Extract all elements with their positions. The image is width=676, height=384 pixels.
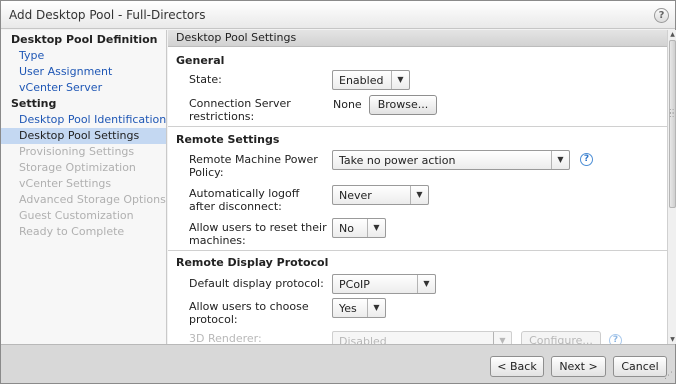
connection-server-restrictions-label: Connection Server restrictions: <box>189 97 291 123</box>
section-title-remote-settings: Remote Settings <box>176 133 280 146</box>
help-icon[interactable]: ? <box>654 8 669 23</box>
allow-reset-dropdown[interactable]: No ▼ <box>332 218 386 238</box>
settings-panel: Desktop Pool Settings General State: Ena… <box>168 30 667 344</box>
chevron-down-icon: ▼ <box>410 186 428 204</box>
sidebar-item-type[interactable]: Type <box>19 49 44 62</box>
allow-reset-dropdown-value: No <box>339 222 354 235</box>
section-title-general: General <box>176 54 225 67</box>
auto-logoff-dropdown[interactable]: Never ▼ <box>332 185 429 205</box>
section-title-display-protocol: Remote Display Protocol <box>176 256 329 269</box>
back-button[interactable]: < Back <box>490 356 544 377</box>
chevron-down-icon: ▼ <box>551 151 569 169</box>
sidebar-item-pool-identification[interactable]: Desktop Pool Identification <box>19 113 166 126</box>
info-icon[interactable]: ? <box>580 153 593 166</box>
sidebar-item-pool-settings[interactable]: Desktop Pool Settings <box>1 128 166 144</box>
state-dropdown-value: Enabled <box>339 74 384 87</box>
configure-button: Configure... <box>521 331 601 344</box>
sidebar-heading-setting: Setting <box>11 97 57 110</box>
default-protocol-dropdown[interactable]: PCoIP ▼ <box>332 274 436 294</box>
section-divider <box>168 126 667 127</box>
sidebar-item-vcenter-server[interactable]: vCenter Server <box>19 81 102 94</box>
3d-renderer-label: 3D Renderer: <box>189 332 262 344</box>
resize-grip-icon[interactable]: ⋰ <box>664 371 673 381</box>
chevron-down-icon: ▼ <box>391 71 409 89</box>
auto-logoff-dropdown-value: Never <box>339 189 372 202</box>
3d-renderer-dropdown-value: Disabled <box>339 335 387 344</box>
info-icon: ? <box>609 334 622 344</box>
window-title: Add Desktop Pool - Full-Directors <box>9 8 206 22</box>
splitter-grip-icon[interactable]: :::: <box>669 107 674 119</box>
sidebar-item-advanced-storage: Advanced Storage Options <box>19 193 166 206</box>
allow-reset-label: Allow users to reset their machines: <box>189 221 327 247</box>
power-policy-dropdown[interactable]: Take no power action ▼ <box>332 150 570 170</box>
allow-choose-protocol-dropdown[interactable]: Yes ▼ <box>332 298 386 318</box>
title-bar: Add Desktop Pool - Full-Directors ? <box>1 1 675 29</box>
add-desktop-pool-dialog: Add Desktop Pool - Full-Directors ? Desk… <box>0 0 676 384</box>
chevron-down-icon: ▼ <box>417 275 435 293</box>
scrollbar-thumb[interactable] <box>669 40 676 208</box>
scroll-up-arrow-icon[interactable]: ▲ <box>668 30 676 39</box>
sidebar-item-provisioning-settings: Provisioning Settings <box>19 145 135 158</box>
wizard-steps-sidebar: Desktop Pool Definition Type User Assign… <box>1 30 167 344</box>
allow-choose-protocol-dropdown-value: Yes <box>339 302 357 315</box>
sidebar-heading-pool-definition: Desktop Pool Definition <box>11 33 158 46</box>
browse-button[interactable]: Browse... <box>369 95 437 115</box>
sidebar-item-vcenter-settings: vCenter Settings <box>19 177 112 190</box>
sidebar-item-user-assignment[interactable]: User Assignment <box>19 65 112 78</box>
power-policy-label: Remote Machine Power Policy: <box>189 153 318 179</box>
section-divider <box>168 250 667 251</box>
state-dropdown[interactable]: Enabled ▼ <box>332 70 410 90</box>
state-label: State: <box>189 73 222 86</box>
chevron-down-icon: ▼ <box>493 332 511 344</box>
chevron-down-icon: ▼ <box>367 219 385 237</box>
sidebar-item-ready-to-complete: Ready to Complete <box>19 225 125 238</box>
sidebar-item-storage-optimization: Storage Optimization <box>19 161 136 174</box>
power-policy-dropdown-value: Take no power action <box>339 154 456 167</box>
3d-renderer-dropdown: Disabled ▼ <box>332 331 512 344</box>
default-protocol-label: Default display protocol: <box>189 277 324 290</box>
cancel-button[interactable]: Cancel <box>613 356 667 377</box>
connection-server-value: None <box>333 98 362 111</box>
dialog-footer: < Back Next > Cancel ⋰ <box>1 344 675 383</box>
content-scrollbar[interactable]: ▲ ▼ <box>667 30 676 344</box>
scroll-down-arrow-icon[interactable]: ▼ <box>668 335 676 344</box>
allow-choose-protocol-label: Allow users to choose protocol: <box>189 300 309 326</box>
default-protocol-dropdown-value: PCoIP <box>339 278 370 291</box>
panel-header: Desktop Pool Settings <box>168 30 667 47</box>
chevron-down-icon: ▼ <box>367 299 385 317</box>
next-button[interactable]: Next > <box>551 356 606 377</box>
auto-logoff-label: Automatically logoff after disconnect: <box>189 187 300 213</box>
sidebar-item-guest-customization: Guest Customization <box>19 209 134 222</box>
